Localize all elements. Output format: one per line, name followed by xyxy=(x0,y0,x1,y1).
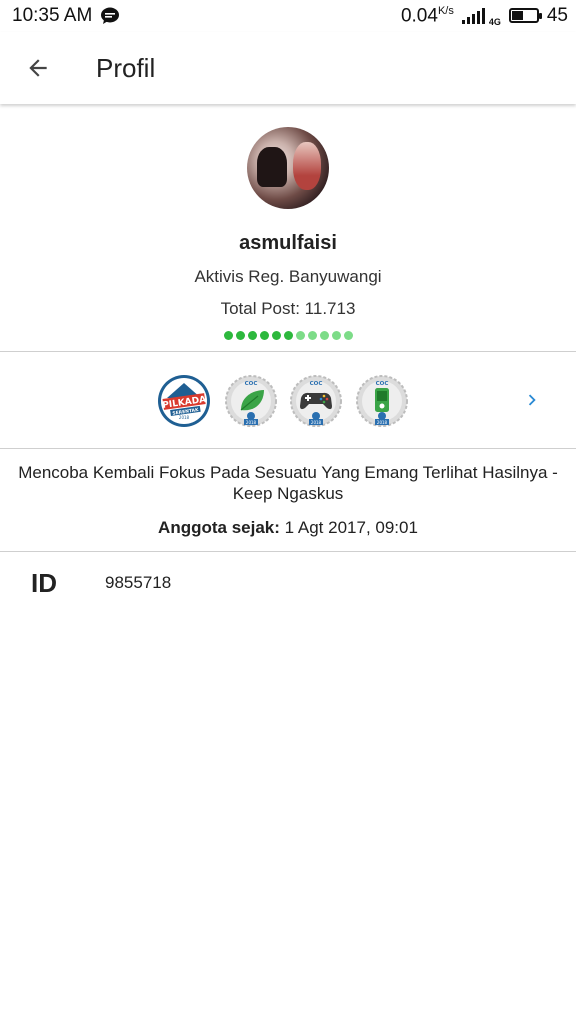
id-value: 9855718 xyxy=(105,573,172,592)
status-right: 0.04K/s 4G 45 xyxy=(401,5,568,27)
reputation-dot xyxy=(259,331,269,340)
member-since-value: 1 Agt 2017, 09:01 xyxy=(284,518,418,537)
status-left: 10:35 AM xyxy=(12,5,120,27)
reputation-dot xyxy=(319,331,329,340)
reputation-dot xyxy=(331,331,341,340)
speed-unit: K/s xyxy=(437,4,454,17)
battery-icon xyxy=(508,8,542,24)
pilkada-badge-year: 2018 xyxy=(179,415,190,420)
network-speed: 0.04K/s xyxy=(401,5,454,27)
id-label: ID xyxy=(31,567,57,598)
reputation-dot xyxy=(247,331,257,340)
reputation-dot xyxy=(295,331,305,340)
member-since: Anggota sejak: 1 Agt 2017, 09:01 xyxy=(0,518,576,538)
reputation-dot xyxy=(235,331,245,340)
reputation-dot xyxy=(223,331,233,340)
user-rank: Aktivis Reg. Banyuwangi xyxy=(194,267,382,286)
status-bar: 10:35 AM 0.04K/s 4G 45 xyxy=(0,0,576,32)
username: asmulfaisi xyxy=(239,232,337,254)
reputation-dot xyxy=(343,331,353,340)
divider xyxy=(0,551,576,552)
badges-row: PILKADA SERENTAK 2018 COC 2018 COC 2018 … xyxy=(0,352,576,448)
coc-gamepad-2018-badge-icon[interactable]: COC 2018 xyxy=(289,374,343,428)
signal-strength-icon xyxy=(461,7,485,24)
chevron-right-icon xyxy=(528,394,536,406)
coc-leaf-2018-badge-icon[interactable]: COC 2018 xyxy=(224,374,278,428)
profile-section: asmulfaisi Aktivis Reg. Banyuwangi Total… xyxy=(0,106,576,340)
chat-bubble-icon xyxy=(101,7,120,24)
member-since-label: Anggota sejak: xyxy=(158,518,280,537)
battery-fill xyxy=(511,11,523,21)
battery-percent: 45 xyxy=(546,4,568,26)
reputation-dot xyxy=(283,331,293,340)
reputation-dot xyxy=(271,331,281,340)
profile-bio: Mencoba Kembali Fokus Pada Sesuatu Yang … xyxy=(18,463,558,503)
reputation-dot xyxy=(307,331,317,340)
badges-next-button[interactable] xyxy=(518,386,546,414)
coc-badge-1-year: 2018 xyxy=(246,420,257,425)
coc-phone-2018-badge-icon[interactable]: COC 2018 xyxy=(355,374,409,428)
reputation-dots xyxy=(0,331,576,340)
divider xyxy=(0,448,576,449)
network-type: 4G xyxy=(488,17,501,28)
total-post: Total Post: 11.713 xyxy=(220,299,356,318)
avatar[interactable] xyxy=(247,127,329,209)
arrow-left-icon xyxy=(29,59,47,77)
coc-badge-2-label: COC xyxy=(310,381,323,387)
back-button[interactable] xyxy=(18,48,58,88)
app-header: Profil xyxy=(0,32,576,104)
speed-value: 0.04 xyxy=(400,5,438,27)
status-time: 10:35 AM xyxy=(12,5,93,26)
coc-badge-2-year: 2018 xyxy=(311,420,322,425)
coc-badge-1-label: COC xyxy=(245,381,258,387)
coc-badge-3-year: 2018 xyxy=(377,420,388,425)
pilkada-serentak-2018-badge-icon[interactable]: PILKADA SERENTAK 2018 xyxy=(157,374,211,428)
user-id-row: ID 9855718 xyxy=(0,553,576,613)
page-title: Profil xyxy=(96,52,156,83)
coc-badge-3-label: COC xyxy=(376,381,389,387)
